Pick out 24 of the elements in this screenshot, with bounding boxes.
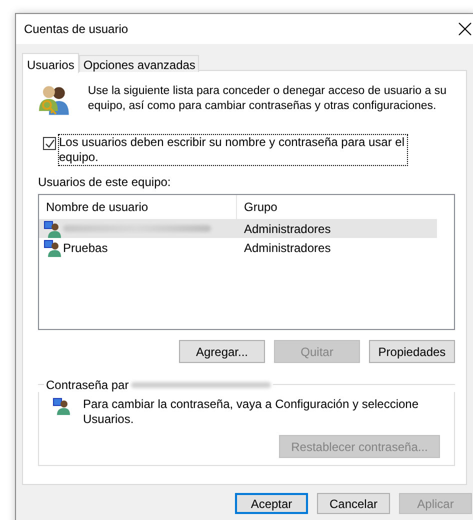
checkbox[interactable]: [43, 137, 56, 150]
list-button[interactable]: Propiedades: [369, 340, 455, 363]
user-name: Pruebas: [63, 240, 108, 254]
group-title: Contraseña par: [46, 378, 129, 392]
list-button[interactable]: Agregar...: [179, 340, 265, 363]
intro-text: Use la siguiente lista para conceder o denegar acceso de usuario a su equipo, así como para cambiar contraseñas y otras configuraciones.: [88, 84, 448, 114]
group-name: Administradores: [243, 240, 331, 254]
checkbox-label[interactable]: Los usuarios deben escribir su nombre y contraseña para usar el equipo.: [58, 134, 408, 166]
group-name: Administradores: [243, 222, 331, 236]
user-computer-icon: [44, 220, 62, 238]
user-computer-icon: [53, 397, 71, 415]
dialog-button[interactable]: Cancelar: [317, 493, 390, 514]
password-message: Para cambiar la contraseña, vaya a Configuración y seleccione Usuarios.: [83, 397, 420, 427]
tab[interactable]: Opciones avanzadas: [79, 55, 200, 72]
tab[interactable]: Usuarios: [22, 53, 80, 73]
users-label: Usuarios de este equipo:: [38, 175, 172, 189]
window-title: Cuentas de usuario: [24, 22, 128, 36]
column-header[interactable]: Grupo: [237, 195, 278, 219]
user-row[interactable]: Pruebas Administradores: [39, 238, 437, 257]
users-key-icon: [38, 83, 72, 117]
user-row[interactable]: Administradores: [39, 219, 437, 238]
user-computer-icon: [44, 238, 62, 256]
dialog-button[interactable]: Aceptar: [235, 493, 308, 514]
close-icon[interactable]: [457, 21, 473, 37]
